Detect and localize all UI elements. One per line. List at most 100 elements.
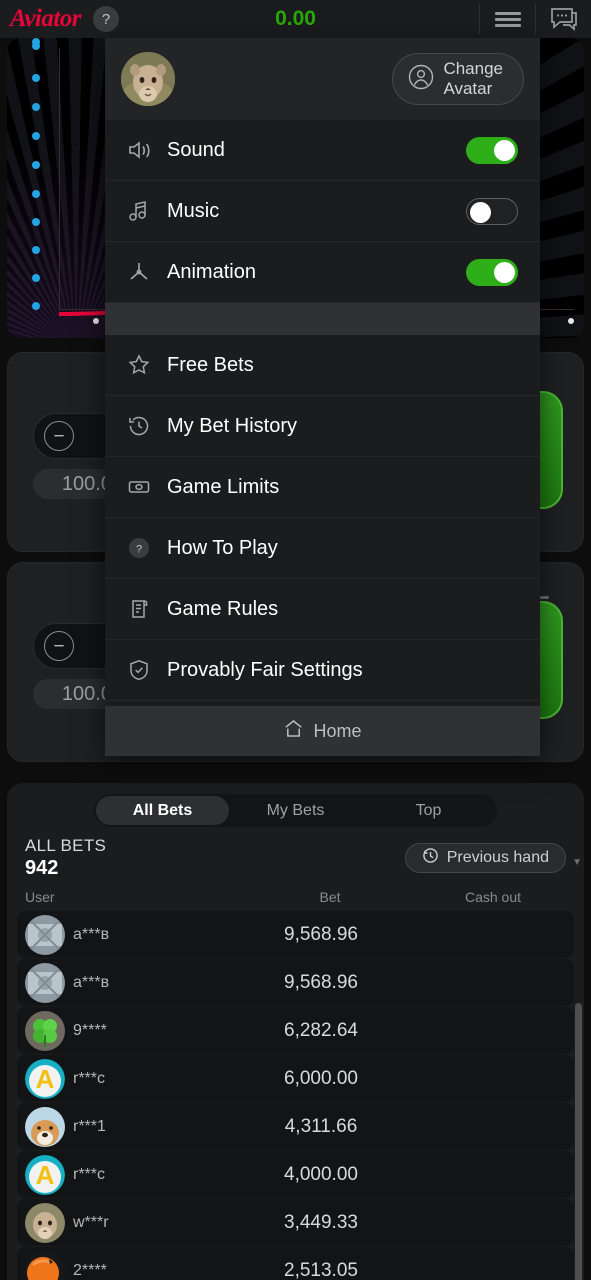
menu-home-button[interactable]: Home	[105, 706, 540, 756]
menu-item-how-to-play[interactable]: ? How To Play	[105, 518, 540, 579]
table-row[interactable]: Ar***c 4,000.00	[17, 1151, 574, 1198]
history-clock-icon	[127, 414, 157, 438]
bet-row-amount: 6,000.00	[284, 1067, 358, 1089]
top-bar: Aviator ? 0.00	[0, 0, 591, 38]
avatar	[25, 914, 65, 955]
scroll-arrow-icon: ▼	[572, 857, 582, 868]
propeller-icon	[127, 260, 157, 284]
change-avatar-line1: Change	[443, 59, 503, 78]
y-axis-dot	[32, 161, 40, 169]
hamburger-icon[interactable]	[480, 0, 535, 38]
menu-avatar-row: Change Avatar	[105, 38, 540, 120]
y-axis-dot	[32, 132, 40, 140]
bets-panel: All Bets My Bets Top ALL BETS 942 Previo…	[7, 783, 584, 1280]
tab-all-bets[interactable]: All Bets	[96, 796, 229, 825]
table-row[interactable]: r***1 4,311.66	[17, 1103, 574, 1150]
menu-item-game-limits[interactable]: Game Limits	[105, 457, 540, 518]
menu-label-game-limits: Game Limits	[167, 475, 280, 498]
bets-tabs: All Bets My Bets Top	[94, 794, 497, 827]
y-axis-dot	[32, 246, 40, 254]
avatar: A	[25, 1058, 65, 1099]
y-axis-dot	[32, 274, 40, 282]
home-icon	[283, 718, 304, 744]
x-axis-dot	[93, 318, 99, 324]
bet-row-user: 2****	[73, 1261, 107, 1279]
menu-toggle-animation[interactable]: Animation	[105, 242, 540, 303]
menu-toggle-music[interactable]: Music	[105, 181, 540, 242]
avatar[interactable]	[121, 52, 175, 106]
column-cashout: Cash out	[464, 889, 522, 905]
table-row[interactable]: a***в 9,568.96	[17, 959, 574, 1006]
table-row[interactable]: 2**** 2,513.05	[17, 1247, 574, 1280]
menu-label-sound: Sound	[167, 138, 225, 161]
y-axis-dot	[32, 74, 40, 82]
bet-row-user: a***в	[73, 925, 110, 943]
previous-hand-button[interactable]: Previous hand	[404, 842, 566, 873]
menu-label-music: Music	[167, 199, 220, 222]
menu-label-free-bets: Free Bets	[167, 353, 254, 376]
bet-row-amount: 4,000.00	[284, 1163, 358, 1185]
settings-menu-popover: Change Avatar Sound Music Animation Free…	[105, 38, 540, 756]
question-circle-icon: ?	[127, 536, 157, 560]
bet-row-amount: 9,568.96	[284, 971, 358, 993]
menu-separator	[105, 303, 540, 335]
scrollbar-thumb[interactable]	[575, 1003, 582, 1280]
y-axis-dot	[32, 302, 40, 310]
menu-home-label: Home	[313, 720, 362, 741]
bet-row-user: a***в	[73, 973, 110, 991]
bet-row-user: r***c	[73, 1165, 106, 1183]
bet-row-amount: 9,568.96	[284, 923, 358, 945]
y-axis-dot	[32, 103, 40, 111]
menu-label-my-bet-history: My Bet History	[167, 414, 298, 437]
bets-summary: ALL BETS 942	[25, 835, 106, 880]
menu-label-game-rules: Game Rules	[167, 597, 279, 620]
menu-item-my-bet-history[interactable]: My Bet History	[105, 396, 540, 457]
change-avatar-button[interactable]: Change Avatar	[392, 53, 524, 105]
table-row[interactable]: 9**** 6,282.64	[17, 1007, 574, 1054]
avatar: A	[25, 1154, 65, 1195]
menu-label-how-to-play: How To Play	[167, 536, 278, 559]
bet-row-amount: 3,449.33	[284, 1211, 358, 1233]
bet-row-amount: 4,311.66	[284, 1115, 358, 1137]
decrease-stake-button[interactable]: −	[44, 421, 74, 451]
scroll-icon	[127, 597, 157, 621]
bets-list[interactable]: a***в 9,568.96 a***в 9,568.96 9**** 6,282.64 A…	[7, 911, 584, 1280]
avatar	[25, 1202, 65, 1243]
change-avatar-label: Change Avatar	[443, 59, 503, 99]
previous-hand-label: Previous hand	[446, 848, 549, 866]
menu-item-provably-fair-settings[interactable]: Provably Fair Settings	[105, 640, 540, 701]
column-bet: Bet	[319, 889, 341, 905]
bets-scrollbar[interactable]	[575, 869, 582, 1280]
bet-row-amount: 2,513.05	[284, 1259, 358, 1280]
y-axis-dot	[32, 190, 40, 198]
menu-label-provably-fair-settings: Provably Fair Settings	[167, 658, 363, 681]
top-bar-actions	[479, 0, 591, 38]
bets-header: ALL BETS 942 Previous hand	[7, 827, 584, 886]
svg-text:A: A	[36, 1064, 55, 1094]
avatar	[25, 1250, 65, 1280]
toggle-animation[interactable]	[466, 258, 518, 286]
tab-my-bets[interactable]: My Bets	[229, 796, 362, 825]
decrease-stake-button[interactable]: −	[44, 631, 74, 661]
table-row[interactable]: w***r 3,449.33	[17, 1199, 574, 1246]
chat-icon[interactable]	[536, 0, 591, 38]
svg-text:A: A	[36, 1160, 55, 1190]
tab-top[interactable]: Top	[362, 796, 495, 825]
history-clock-icon	[422, 847, 439, 869]
y-axis	[59, 48, 60, 310]
menu-item-game-rules[interactable]: Game Rules	[105, 579, 540, 640]
change-avatar-line2: Avatar	[443, 79, 493, 98]
bet-row-user: r***c	[73, 1069, 106, 1087]
toggle-music[interactable]	[466, 197, 518, 225]
table-row[interactable]: a***в 9,568.96	[17, 911, 574, 958]
x-axis-dot	[568, 318, 574, 324]
help-icon[interactable]: ?	[93, 6, 120, 32]
bets-title: ALL BETS	[25, 836, 107, 855]
toggle-sound[interactable]	[466, 136, 518, 164]
music-note-icon	[127, 200, 157, 222]
menu-item-free-bets[interactable]: Free Bets	[105, 335, 540, 396]
aviator-logo: Aviator	[10, 5, 82, 32]
table-row[interactable]: Ar***c 6,000.00	[17, 1055, 574, 1102]
menu-toggle-sound[interactable]: Sound	[105, 120, 540, 181]
bet-row-amount: 6,282.64	[284, 1019, 358, 1041]
